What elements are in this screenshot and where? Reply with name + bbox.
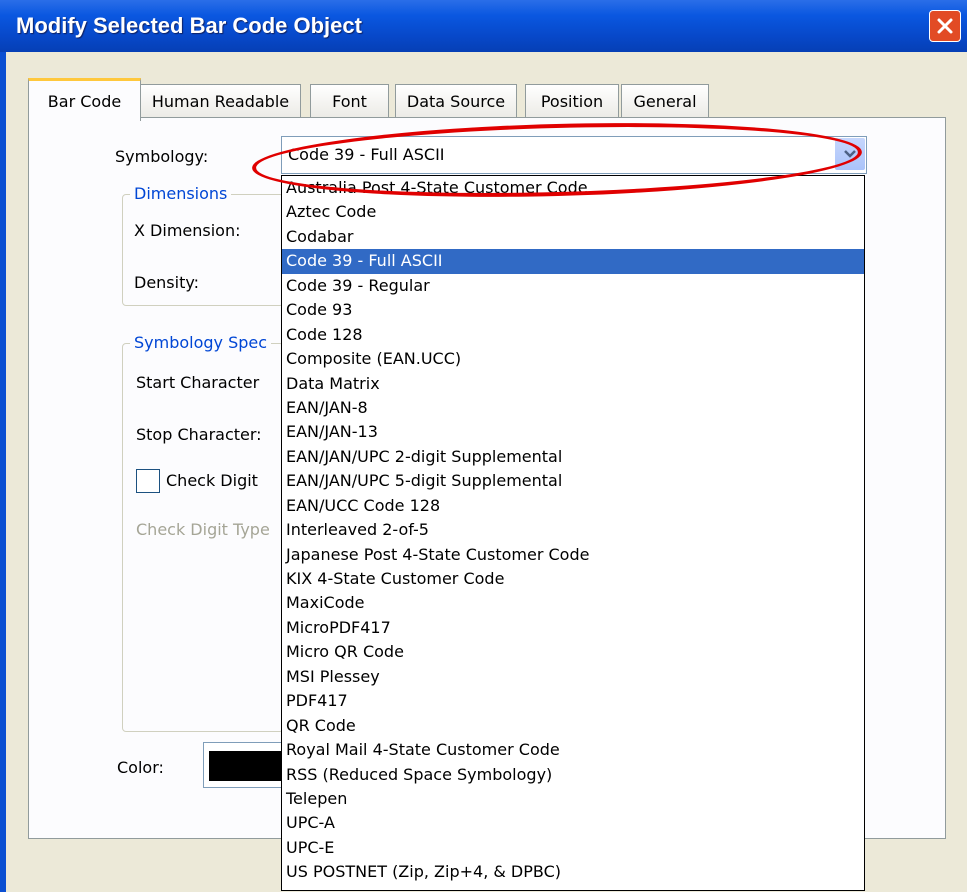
dropdown-option[interactable]: Micro QR Code — [282, 640, 864, 664]
stop-character-label: Stop Character: — [136, 425, 262, 444]
color-swatch — [209, 751, 281, 781]
close-icon — [937, 18, 953, 34]
close-button[interactable] — [929, 10, 961, 42]
dropdown-option[interactable]: Code 39 - Full ASCII — [282, 249, 864, 274]
check-digit-checkbox[interactable] — [136, 469, 160, 493]
dropdown-option[interactable]: KIX 4-State Customer Code — [282, 567, 864, 591]
dropdown-option[interactable]: EAN/JAN-8 — [282, 396, 864, 420]
tab-font[interactable]: Font — [310, 84, 389, 117]
dropdown-option[interactable]: MaxiCode — [282, 591, 864, 615]
dropdown-option[interactable]: MSI Plessey — [282, 665, 864, 689]
dropdown-option[interactable]: QR Code — [282, 714, 864, 738]
symbology-specific-group-label: Symbology Spec — [130, 333, 272, 352]
dropdown-option[interactable]: Codabar — [282, 225, 864, 249]
dropdown-option[interactable]: US POSTNET (Zip, Zip+4, & DPBC) — [282, 860, 864, 884]
title-bar: Modify Selected Bar Code Object — [0, 0, 967, 52]
dropdown-option[interactable]: EAN/UCC Code 128 — [282, 494, 864, 518]
tab-data-source[interactable]: Data Source — [395, 84, 517, 117]
dropdown-option[interactable]: Australia Post 4-State Customer Code — [282, 176, 864, 200]
dropdown-option[interactable]: Royal Mail 4-State Customer Code — [282, 738, 864, 762]
window-border — [0, 52, 6, 892]
dropdown-option[interactable]: MicroPDF417 — [282, 616, 864, 640]
symbology-dropdown-list[interactable]: Australia Post 4-State Customer Code Azte… — [281, 175, 865, 891]
dropdown-option[interactable]: Aztec Code — [282, 200, 864, 224]
color-picker[interactable] — [203, 742, 285, 788]
dropdown-option[interactable]: EAN/JAN/UPC 2-digit Supplemental — [282, 445, 864, 469]
dropdown-option[interactable]: RSS (Reduced Space Symbology) — [282, 763, 864, 787]
symbology-select[interactable]: Code 39 - Full ASCII — [281, 136, 867, 174]
dropdown-option[interactable]: Composite (EAN.UCC) — [282, 347, 864, 371]
color-label: Color: — [117, 758, 164, 777]
tab-human-readable[interactable]: Human Readable — [140, 84, 301, 117]
symbology-select-value: Code 39 - Full ASCII — [288, 145, 445, 164]
tab-general[interactable]: General — [621, 84, 709, 117]
check-digit-label: Check Digit — [166, 471, 258, 490]
density-label: Density: — [134, 273, 200, 292]
dimensions-group-label: Dimensions — [130, 184, 232, 203]
dropdown-option[interactable]: Code 39 - Regular — [282, 274, 864, 298]
window-title: Modify Selected Bar Code Object — [16, 13, 362, 38]
x-dimension-label: X Dimension: — [134, 221, 241, 240]
dropdown-option[interactable]: Japanese Post 4-State Customer Code — [282, 543, 864, 567]
start-character-label: Start Character — [136, 373, 260, 392]
symbology-label: Symbology: — [115, 147, 209, 166]
dropdown-option[interactable]: Interleaved 2-of-5 — [282, 518, 864, 542]
tab-bar-code[interactable]: Bar Code — [28, 78, 141, 121]
tab-position[interactable]: Position — [525, 84, 619, 117]
dropdown-option[interactable]: Telepen — [282, 787, 864, 811]
dropdown-option[interactable]: Code 93 — [282, 298, 864, 322]
dropdown-option[interactable]: PDF417 — [282, 689, 864, 713]
check-digit-type-label: Check Digit Type — [136, 520, 270, 539]
dropdown-button[interactable] — [835, 138, 865, 170]
chevron-down-icon — [844, 150, 856, 158]
dropdown-option[interactable]: Code 128 — [282, 323, 864, 347]
dropdown-option[interactable]: UPC-E — [282, 836, 864, 860]
dropdown-option[interactable]: UPC-A — [282, 811, 864, 835]
dropdown-option[interactable]: EAN/JAN/UPC 5-digit Supplemental — [282, 469, 864, 493]
dropdown-option[interactable]: Data Matrix — [282, 372, 864, 396]
dropdown-option[interactable]: EAN/JAN-13 — [282, 420, 864, 444]
